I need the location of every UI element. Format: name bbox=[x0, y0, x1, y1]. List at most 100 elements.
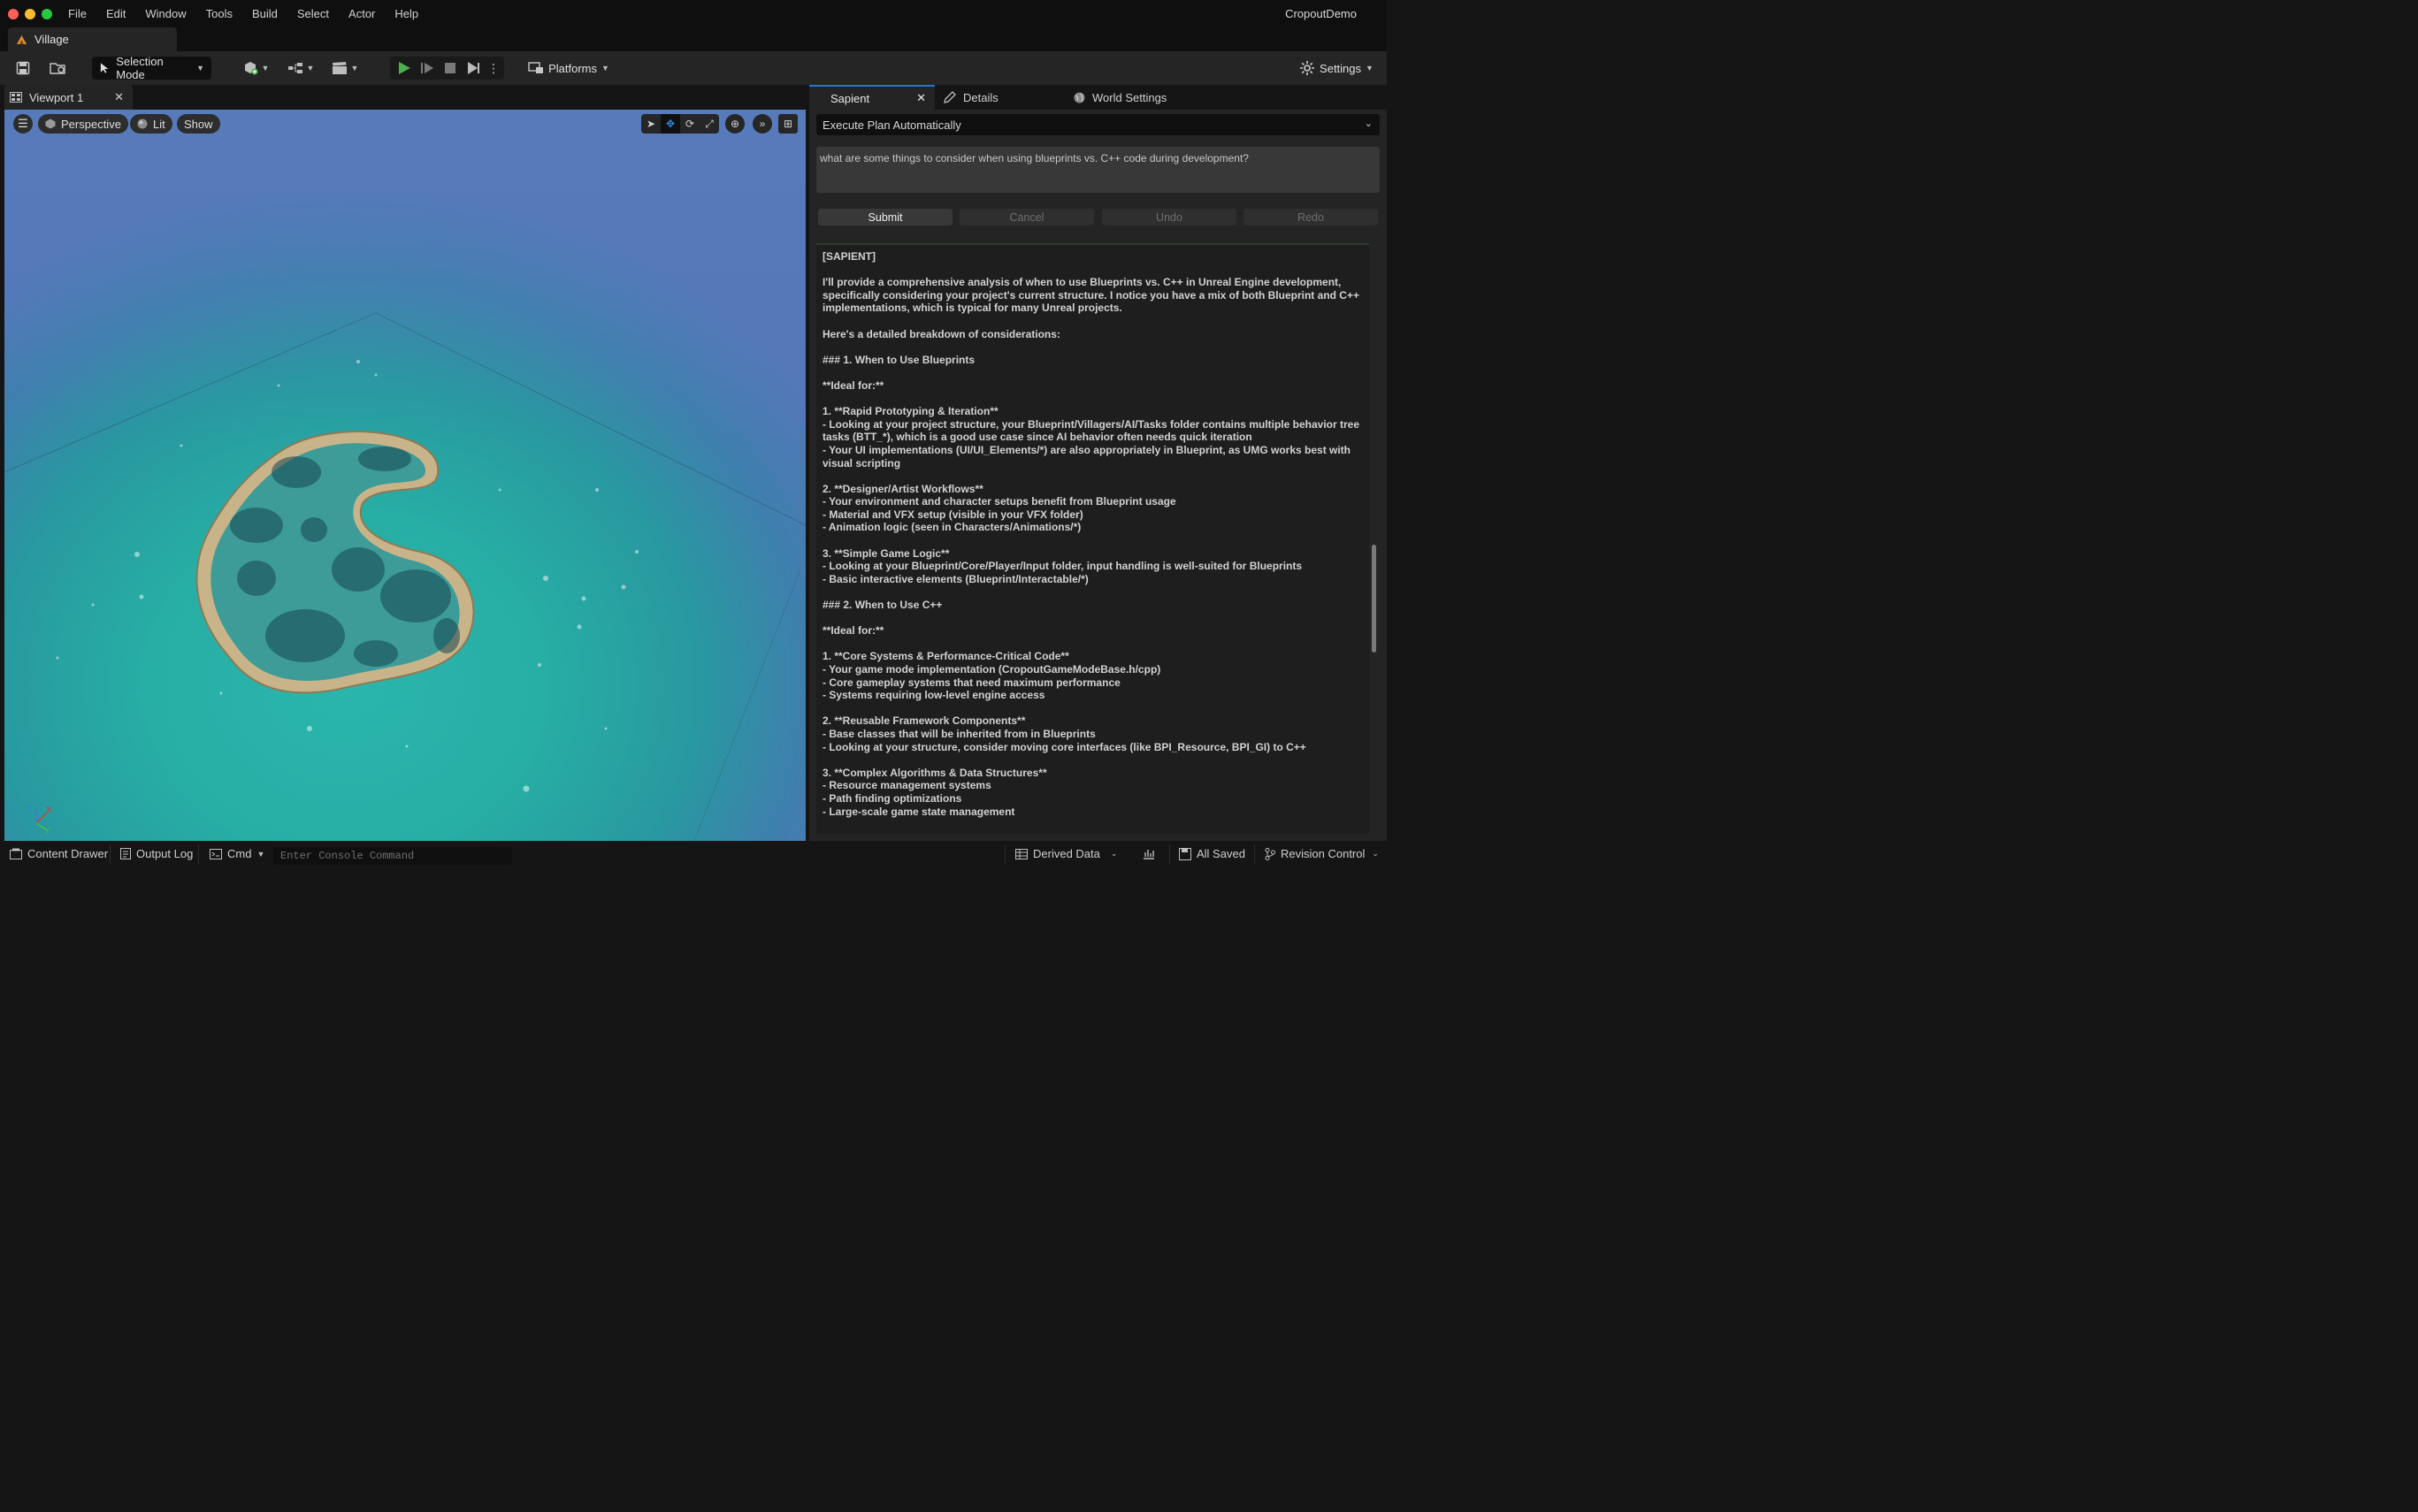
view-mode-lit-button[interactable]: Lit bbox=[130, 114, 172, 134]
menu-actor[interactable]: Actor bbox=[348, 7, 375, 20]
submit-button[interactable]: Submit bbox=[818, 209, 953, 225]
cursor-icon bbox=[100, 63, 109, 73]
derived-data-dropdown[interactable]: Derived Data ⌄ bbox=[1015, 847, 1117, 860]
all-saved-label: All Saved bbox=[1197, 847, 1245, 860]
response-output[interactable]: [SAPIENT] I'll provide a comprehensive a… bbox=[816, 243, 1369, 834]
level-viewport[interactable]: ☰ Perspective Lit Show ➤ ✥ ⟳ ⤢ ⊕ » ⊞ Z X… bbox=[4, 110, 806, 841]
axis-x-label: X bbox=[46, 806, 52, 815]
play-options-button[interactable]: ⋮ bbox=[487, 57, 500, 80]
divider bbox=[110, 844, 111, 864]
content-drawer-label: Content Drawer bbox=[27, 847, 109, 860]
close-icon[interactable]: ✕ bbox=[114, 90, 124, 104]
select-tool-button[interactable]: ➤ bbox=[641, 114, 661, 134]
prompt-input[interactable]: what are some things to consider when us… bbox=[816, 147, 1380, 193]
revision-control-dropdown[interactable]: Revision Control ⌄ bbox=[1265, 847, 1379, 860]
clapperboard-icon bbox=[332, 62, 347, 74]
cmd-label: Cmd bbox=[227, 847, 252, 860]
menu-build[interactable]: Build bbox=[252, 7, 278, 20]
console-command-input[interactable]: Enter Console Command bbox=[273, 847, 512, 865]
save-button[interactable] bbox=[14, 57, 32, 80]
viewport-tab-label: Viewport 1 bbox=[29, 90, 84, 104]
save-icon bbox=[16, 61, 30, 75]
viewport-options-button[interactable]: ☰ bbox=[13, 114, 33, 134]
lit-label: Lit bbox=[153, 117, 165, 131]
undo-button[interactable]: Undo bbox=[1102, 209, 1236, 225]
project-name: CropoutDemo bbox=[1285, 7, 1357, 20]
output-log-button[interactable]: Output Log bbox=[120, 847, 193, 860]
rotate-icon: ⟳ bbox=[685, 118, 695, 130]
selection-mode-dropdown[interactable]: Selection Mode ▼ bbox=[92, 55, 211, 81]
sapient-panel: Execute Plan Automatically ⌄ what are so… bbox=[809, 110, 1387, 841]
menu-window[interactable]: Window bbox=[145, 7, 186, 20]
document-tab-village[interactable]: Village bbox=[8, 27, 177, 51]
chevron-down-icon: ▼ bbox=[306, 64, 315, 73]
chevron-down-icon: ▼ bbox=[196, 64, 204, 73]
eject-button[interactable] bbox=[464, 57, 482, 80]
scale-tool-button[interactable]: ⤢ bbox=[700, 114, 719, 134]
tab-viewport-1[interactable]: Viewport 1 ✕ bbox=[4, 85, 133, 110]
world-space-button[interactable]: ⊕ bbox=[725, 114, 745, 134]
chevron-down-icon: ▼ bbox=[601, 64, 609, 73]
menu-tools[interactable]: Tools bbox=[206, 7, 233, 20]
viewport-icon bbox=[10, 92, 22, 103]
response-paragraph: 3. **Simple Game Logic** - Looking at yo… bbox=[823, 546, 1303, 585]
log-icon bbox=[120, 848, 131, 859]
tab-details[interactable]: Details bbox=[944, 85, 999, 110]
maximize-window-button[interactable] bbox=[42, 8, 52, 19]
chart-icon bbox=[1144, 850, 1154, 859]
rotate-tool-button[interactable]: ⟳ bbox=[680, 114, 700, 134]
blueprint-icon bbox=[287, 63, 302, 73]
chevron-down-icon: ⌄ bbox=[1110, 849, 1118, 858]
menu-select[interactable]: Select bbox=[297, 7, 329, 20]
play-controls: ⋮ bbox=[390, 57, 504, 80]
branch-icon bbox=[1265, 847, 1275, 860]
cinematics-button[interactable]: ▼ bbox=[329, 57, 361, 80]
show-button[interactable]: Show bbox=[177, 114, 220, 134]
cube-icon bbox=[45, 118, 56, 129]
add-actor-button[interactable]: ▼ bbox=[240, 57, 272, 80]
globe-icon: ⊕ bbox=[730, 118, 740, 130]
browse-button[interactable] bbox=[49, 57, 68, 80]
status-bar: Content Drawer Output Log Cmd ▼ Enter Co… bbox=[0, 841, 1387, 867]
close-icon[interactable]: ✕ bbox=[916, 91, 926, 105]
scale-icon: ⤢ bbox=[705, 117, 714, 130]
chevron-down-icon: ▼ bbox=[256, 849, 265, 859]
close-window-button[interactable] bbox=[8, 8, 19, 19]
tab-sapient[interactable]: Sapient ✕ bbox=[809, 85, 935, 110]
response-paragraph: ### 2. When to Use C++ bbox=[823, 599, 943, 612]
all-saved-button[interactable]: All Saved bbox=[1179, 847, 1245, 860]
transform-tools: ➤ ✥ ⟳ ⤢ bbox=[641, 114, 719, 134]
play-button[interactable] bbox=[395, 57, 413, 80]
chevron-down-icon: ⌄ bbox=[1364, 118, 1373, 129]
menu-edit[interactable]: Edit bbox=[106, 7, 126, 20]
content-drawer-icon bbox=[10, 848, 22, 859]
grid-icon: ⊞ bbox=[783, 118, 793, 130]
advance-frame-button[interactable] bbox=[418, 57, 436, 80]
minimize-window-button[interactable] bbox=[25, 8, 35, 19]
blueprints-button[interactable]: ▼ bbox=[285, 57, 317, 80]
platforms-dropdown[interactable]: Platforms ▼ bbox=[528, 57, 609, 80]
perspective-button[interactable]: Perspective bbox=[38, 114, 128, 134]
globe-icon bbox=[1074, 92, 1085, 103]
layout-button[interactable]: ⊞ bbox=[778, 114, 798, 134]
output-log-label: Output Log bbox=[136, 847, 194, 860]
settings-dropdown[interactable]: Settings ▼ bbox=[1299, 57, 1374, 80]
translate-tool-button[interactable]: ✥ bbox=[661, 114, 680, 134]
more-tools-button[interactable]: » bbox=[753, 114, 772, 134]
revision-control-label: Revision Control bbox=[1281, 847, 1366, 860]
stop-button[interactable] bbox=[441, 57, 459, 80]
cmd-dropdown[interactable]: Cmd ▼ bbox=[210, 847, 264, 860]
plan-mode-dropdown[interactable]: Execute Plan Automatically ⌄ bbox=[816, 114, 1380, 135]
content-drawer-button[interactable]: Content Drawer bbox=[10, 847, 108, 860]
move-icon: ✥ bbox=[665, 118, 676, 130]
menu-help[interactable]: Help bbox=[394, 7, 418, 20]
cancel-button[interactable]: Cancel bbox=[960, 209, 1094, 225]
settings-label: Settings bbox=[1320, 61, 1362, 75]
trace-button[interactable] bbox=[1143, 847, 1155, 859]
redo-button[interactable]: Redo bbox=[1243, 209, 1378, 225]
output-scrollbar[interactable] bbox=[1372, 544, 1376, 653]
menu-file[interactable]: File bbox=[68, 7, 87, 20]
response-paragraph: 2. **Reusable Framework Components** - B… bbox=[823, 714, 1306, 753]
plan-mode-label: Execute Plan Automatically bbox=[823, 118, 961, 132]
tab-world-settings[interactable]: World Settings bbox=[1074, 85, 1167, 110]
